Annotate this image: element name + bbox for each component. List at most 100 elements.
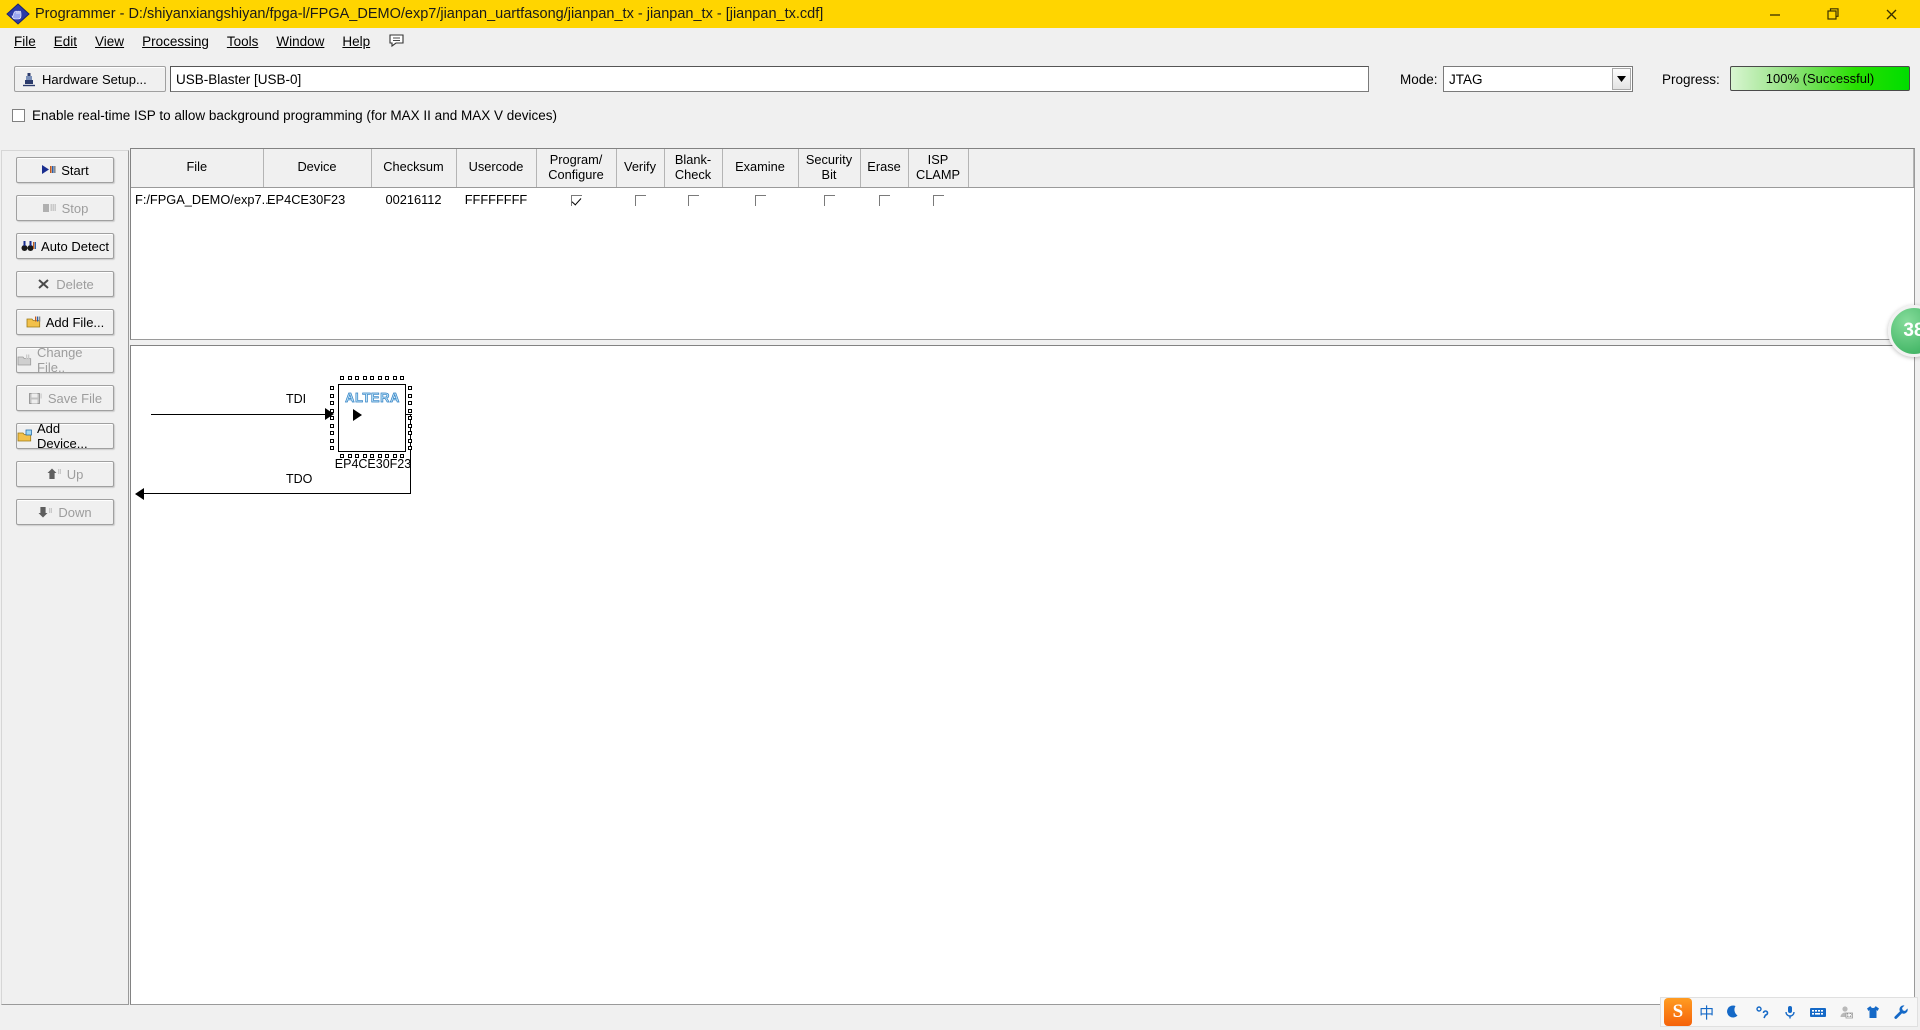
- user-icon[interactable]: 12: [1833, 999, 1859, 1025]
- cell-verify[interactable]: [616, 187, 664, 211]
- blank-check-checkbox[interactable]: [687, 194, 699, 206]
- add-file-button[interactable]: Add File...: [16, 309, 114, 335]
- chip-pin-right: [408, 423, 412, 428]
- menu-window[interactable]: Window: [267, 31, 333, 52]
- chip-pin-left: [330, 416, 334, 420]
- chip-pin-right: [408, 431, 412, 435]
- punctuation-icon[interactable]: [1749, 999, 1775, 1025]
- examine-checkbox[interactable]: [754, 194, 766, 206]
- add-device-label: Add Device...: [37, 421, 88, 451]
- col-header-program-configure[interactable]: Program/ Configure: [536, 149, 617, 188]
- cell-program-configure[interactable]: [536, 187, 616, 211]
- col-header-security-line2: Bit: [821, 166, 837, 182]
- skin-shirt-icon[interactable]: [1860, 999, 1886, 1025]
- microphone-icon[interactable]: [1777, 999, 1803, 1025]
- move-down-button[interactable]: Down: [16, 499, 114, 525]
- auto-detect-button[interactable]: Auto Detect: [16, 233, 114, 259]
- chip-pin-top: [340, 376, 344, 380]
- chinese-mode-icon[interactable]: 中: [1694, 999, 1720, 1025]
- stop-button[interactable]: Stop: [16, 195, 114, 221]
- chip-pin-top: [392, 376, 397, 380]
- program-configure-checkbox[interactable]: [570, 194, 582, 206]
- menu-help[interactable]: Help: [333, 31, 379, 52]
- col-header-verify[interactable]: Verify: [616, 149, 665, 188]
- col-header-blank-line1: Blank-: [674, 152, 712, 168]
- table-row[interactable]: F:/FPGA_DEMO/exp7... EP4CE30F23 00216112…: [131, 187, 1914, 211]
- chip-direction-triangle-icon: [353, 409, 362, 421]
- keyboard-icon[interactable]: [1805, 999, 1831, 1025]
- mode-value: JTAG: [1449, 71, 1483, 87]
- moon-icon[interactable]: [1722, 999, 1748, 1025]
- hardware-setup-button[interactable]: Hardware Setup...: [14, 66, 166, 92]
- chip-pin-left: [330, 401, 334, 405]
- col-header-file[interactable]: File: [131, 149, 264, 188]
- cell-erase[interactable]: [860, 187, 908, 211]
- maximize-restore-button[interactable]: [1804, 0, 1862, 28]
- chip-pin-bottom: [362, 454, 367, 458]
- window-titlebar: Programmer - D:/shiyanxiangshiyan/fpga-l…: [0, 0, 1920, 28]
- move-up-button[interactable]: Up: [16, 461, 114, 487]
- menu-tools[interactable]: Tools: [218, 31, 268, 52]
- col-header-erase-label: Erase: [867, 159, 901, 175]
- col-header-examine[interactable]: Examine: [722, 149, 799, 188]
- action-sidebar: Start Stop Auto Detect Delete Add File..…: [1, 150, 129, 1005]
- window-title: Programmer - D:/shiyanxiangshiyan/fpga-l…: [35, 6, 824, 22]
- tdo-label: TDO: [286, 472, 313, 486]
- progress-label: Progress:: [1662, 72, 1720, 87]
- cell-blank-check[interactable]: [664, 187, 722, 211]
- cell-isp-clamp[interactable]: [908, 187, 968, 211]
- menu-edit[interactable]: Edit: [45, 31, 86, 52]
- col-header-filler: [968, 149, 1914, 188]
- cell-security-bit[interactable]: [798, 187, 860, 211]
- col-header-device[interactable]: Device: [263, 149, 372, 188]
- stop-label: Stop: [61, 200, 89, 216]
- erase-checkbox[interactable]: [878, 194, 890, 206]
- table-header-row: File Device Checksum Usercode Program/ C…: [131, 149, 1914, 188]
- add-device-button[interactable]: Add Device...: [16, 421, 114, 451]
- menu-window-label: Window: [276, 33, 325, 49]
- isp-clamp-checkbox[interactable]: [932, 194, 944, 206]
- chip-pin-right: [408, 393, 412, 398]
- col-header-device-label: Device: [297, 159, 337, 175]
- mode-dropdown[interactable]: JTAG: [1443, 66, 1633, 92]
- minimize-button[interactable]: [1746, 0, 1804, 28]
- hardware-value-field[interactable]: USB-Blaster [USB-0]: [170, 66, 1369, 92]
- hardware-setup-label: Hardware Setup...: [42, 71, 147, 87]
- save-file-button[interactable]: Save File: [16, 385, 114, 411]
- security-bit-checkbox[interactable]: [823, 194, 835, 206]
- change-file-button[interactable]: Change File..: [16, 345, 114, 375]
- col-header-checksum[interactable]: Checksum: [371, 149, 457, 188]
- col-header-security-bit[interactable]: Security Bit: [798, 149, 861, 188]
- menu-view[interactable]: View: [86, 31, 133, 52]
- speech-bubble-search-icon[interactable]: [387, 32, 407, 50]
- col-header-usercode[interactable]: Usercode: [456, 149, 537, 188]
- menu-processing[interactable]: Processing: [133, 31, 218, 52]
- realtime-isp-checkbox[interactable]: [12, 108, 25, 122]
- chevron-down-icon[interactable]: [1612, 68, 1631, 90]
- col-header-blank-line2: Check: [674, 166, 712, 182]
- wrench-settings-icon[interactable]: [1888, 999, 1914, 1025]
- chip-pin-bottom: [400, 454, 404, 458]
- col-header-isp-clamp[interactable]: ISP CLAMP: [908, 149, 969, 188]
- delete-button[interactable]: Delete: [16, 271, 114, 297]
- chip-pin-left: [330, 446, 334, 450]
- start-label: Start: [61, 162, 89, 178]
- chip-pin-top: [377, 376, 382, 380]
- col-header-examine-label: Examine: [735, 159, 785, 175]
- auto-detect-label: Auto Detect: [41, 238, 109, 254]
- cell-device: EP4CE30F23: [267, 191, 346, 207]
- window-controls: [1746, 0, 1920, 28]
- close-button[interactable]: [1862, 0, 1920, 28]
- realtime-isp-label: Enable real-time ISP to allow background…: [32, 107, 557, 123]
- col-header-erase[interactable]: Erase: [860, 149, 909, 188]
- sogou-logo-letter: S: [1672, 1001, 1684, 1022]
- menu-edit-label: Edit: [53, 33, 78, 49]
- col-header-blank-check[interactable]: Blank- Check: [664, 149, 723, 188]
- menu-file[interactable]: File: [5, 31, 45, 52]
- verify-checkbox[interactable]: [634, 194, 646, 206]
- cell-examine[interactable]: [722, 187, 798, 211]
- chip-pin-left: [330, 386, 334, 390]
- sogou-logo-icon[interactable]: S: [1664, 998, 1692, 1026]
- start-button[interactable]: Start: [16, 157, 114, 183]
- menu-view-label: View: [95, 33, 125, 49]
